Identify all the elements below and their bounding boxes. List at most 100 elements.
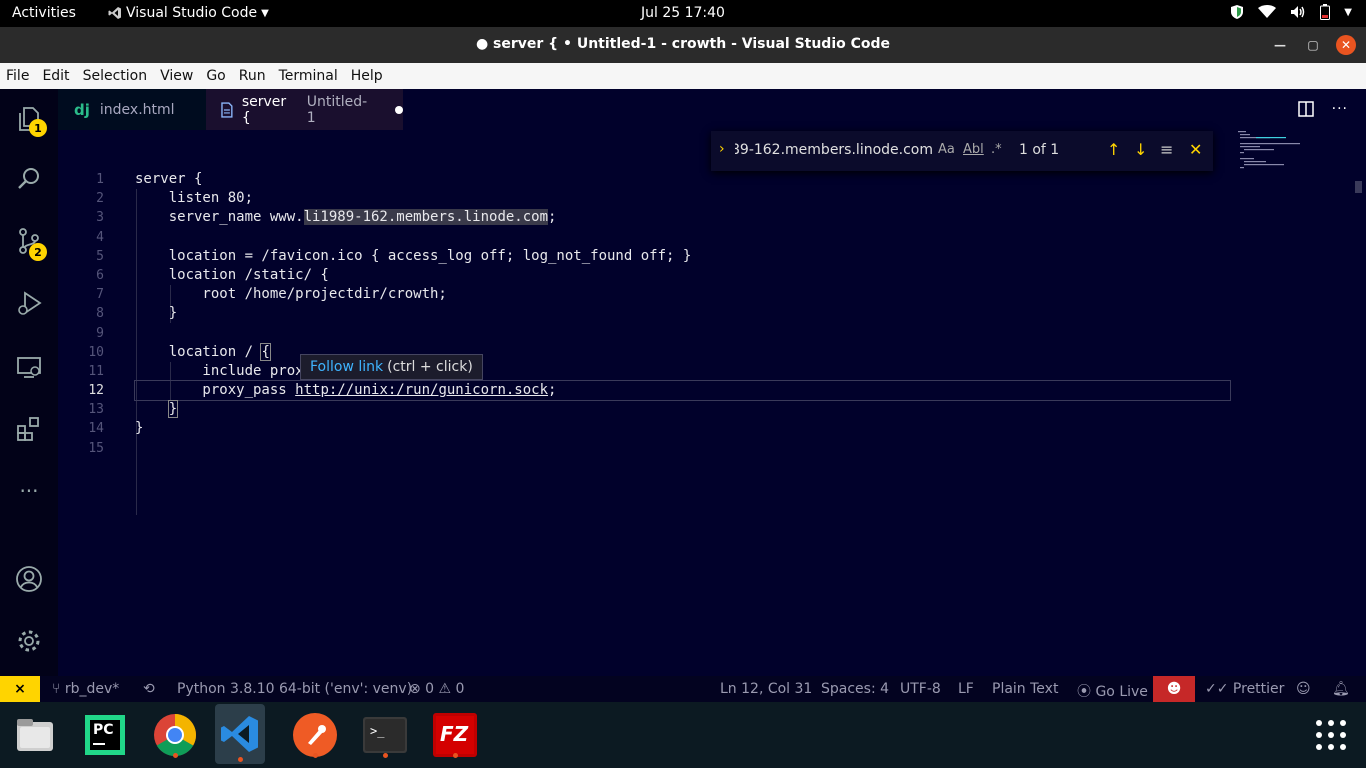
manage-button[interactable] [0, 617, 58, 665]
close-window-button[interactable]: ✕ [1336, 35, 1356, 55]
system-tray[interactable]: ▼ [1230, 4, 1352, 20]
file-encoding[interactable]: UTF-8 [900, 681, 941, 697]
wifi-icon[interactable] [1258, 5, 1277, 19]
shield-icon[interactable] [1230, 4, 1244, 20]
explorer-badge: 1 [29, 119, 47, 137]
toggle-replace-chevron-icon[interactable]: › [719, 141, 725, 157]
window-title-bar: ● server { • Untitled-1 - crowth - Visua… [0, 27, 1366, 63]
code-editor[interactable]: server { listen 80; server_name www.li19… [134, 170, 1231, 458]
line-number: 3 [96, 210, 104, 226]
code-text: ; [548, 382, 557, 399]
code-line: location /static/ { [135, 266, 329, 283]
find-widget: › li1989-162.members.linode.com Aa Abl .… [711, 131, 1213, 171]
end-of-line[interactable]: LF [958, 681, 974, 697]
menu-run[interactable]: Run [239, 68, 272, 84]
dock-filezilla[interactable]: FZ [430, 710, 480, 760]
dock-pycharm[interactable]: PC [80, 710, 130, 760]
dock-postman[interactable] [290, 710, 340, 760]
dock-vscode[interactable] [215, 704, 265, 764]
menu-edit[interactable]: Edit [42, 68, 75, 84]
remote-monitor-icon [17, 357, 41, 378]
close-find-icon[interactable]: ✕ [1189, 140, 1202, 159]
explorer-button[interactable]: 1 [0, 95, 58, 143]
menu-go[interactable]: Go [206, 68, 231, 84]
indentation[interactable]: Spaces: 4 [821, 681, 889, 697]
running-indicator [313, 753, 318, 758]
bracket-match: } [167, 400, 179, 419]
minimap[interactable] [1236, 129, 1348, 169]
maximize-button[interactable]: ▢ [1303, 35, 1323, 55]
go-live-label: Go Live [1095, 684, 1148, 700]
tab-label: server { [241, 93, 287, 126]
chevron-down-icon: ▼ [261, 7, 269, 19]
language-mode[interactable]: Plain Text [992, 681, 1058, 697]
volume-icon[interactable] [1290, 5, 1306, 19]
extensions-button[interactable] [0, 405, 58, 453]
match-whole-word-toggle[interactable]: Abl [963, 142, 984, 157]
notifications-bell-icon[interactable]: 🔔︎ [1332, 681, 1350, 697]
line-number: 8 [96, 306, 104, 322]
code-text: proxy_pass [135, 382, 296, 399]
menu-help[interactable]: Help [351, 68, 389, 84]
menu-selection[interactable]: Selection [83, 68, 154, 84]
line-number-gutter: 1 2 3 4 5 6 7 8 9 10 11 12 13 14 15 [58, 170, 104, 458]
previous-match-arrow-up-icon[interactable]: ↑ [1107, 140, 1120, 159]
find-input[interactable]: li1989-162.members.linode.com [735, 142, 933, 158]
extensions-icon [17, 417, 39, 441]
unsaved-dot-icon[interactable] [395, 105, 404, 114]
match-case-toggle[interactable]: Aa [938, 142, 955, 157]
tab-untitled-1[interactable]: server { Untitled-1 [206, 89, 404, 130]
tab-index-html[interactable]: dj index.html [58, 89, 206, 130]
app-grid-icon [1316, 720, 1346, 750]
problems-indicator[interactable]: ⊗ 0 ⚠ 0 [409, 681, 464, 697]
line-number: 5 [96, 248, 104, 264]
dock-files[interactable] [10, 710, 60, 760]
menu-terminal[interactable]: Terminal [279, 68, 344, 84]
editor-actions: ··· [1297, 101, 1348, 117]
follow-link[interactable]: Follow link [310, 359, 383, 375]
go-live[interactable]: ⦿ Go Live [1077, 681, 1148, 701]
sync-icon[interactable]: ⟲ [143, 681, 155, 697]
find-in-selection-icon[interactable]: ≡ [1160, 140, 1173, 159]
prettier[interactable]: ✓✓ Prettier [1205, 681, 1284, 697]
more-actions-icon[interactable]: ··· [1332, 101, 1348, 117]
battery-icon[interactable] [1320, 4, 1331, 20]
app-menu-label: Visual Studio Code [126, 5, 258, 21]
next-match-arrow-down-icon[interactable]: ↓ [1134, 140, 1147, 159]
pycharm-label: PC [93, 722, 114, 738]
more-views-icon[interactable]: ··· [0, 467, 58, 515]
remote-explorer-button[interactable] [0, 343, 58, 391]
use-regex-toggle[interactable]: .* [991, 142, 1002, 157]
minimize-button[interactable]: — [1270, 35, 1290, 55]
proxy-url-link[interactable]: http://unix:/run/gunicorn.sock [295, 382, 548, 398]
copilot-icon[interactable]: ☻ [1153, 676, 1195, 702]
show-applications-button[interactable] [1306, 710, 1356, 760]
feedback-icon[interactable]: ☺ [1296, 681, 1311, 697]
cursor-position[interactable]: Ln 12, Col 31 [720, 681, 812, 697]
power-menu-chevron-icon[interactable]: ▼ [1344, 7, 1352, 18]
menu-file[interactable]: File [6, 68, 35, 84]
source-control-button[interactable]: 2 [0, 217, 58, 265]
run-debug-button[interactable] [0, 279, 58, 327]
broadcast-icon: ⦿ [1077, 684, 1096, 700]
vscode-icon [221, 716, 258, 752]
menu-view[interactable]: View [160, 68, 199, 84]
python-interpreter[interactable]: Python 3.8.10 64-bit ('env': venv) [177, 681, 412, 697]
dock-terminal[interactable]: >_ [360, 710, 410, 760]
split-editor-icon[interactable] [1297, 101, 1314, 117]
app-menu[interactable]: Visual Studio Code ▼ [108, 5, 269, 21]
vertical-scrollbar-thumb[interactable] [1355, 181, 1362, 193]
clock[interactable]: Jul 25 17:40 [641, 5, 725, 21]
search-button[interactable] [0, 155, 58, 203]
dock-chrome[interactable] [150, 710, 200, 760]
activities-button[interactable]: Activities [12, 5, 76, 21]
file-icon [221, 101, 233, 118]
git-branch[interactable]: ⑂ rb_dev* [52, 681, 119, 697]
accounts-button[interactable] [0, 555, 58, 603]
remote-indicator[interactable]: ⨯ [0, 676, 40, 702]
line-number: 6 [96, 267, 104, 283]
source-control-badge: 2 [29, 243, 47, 261]
